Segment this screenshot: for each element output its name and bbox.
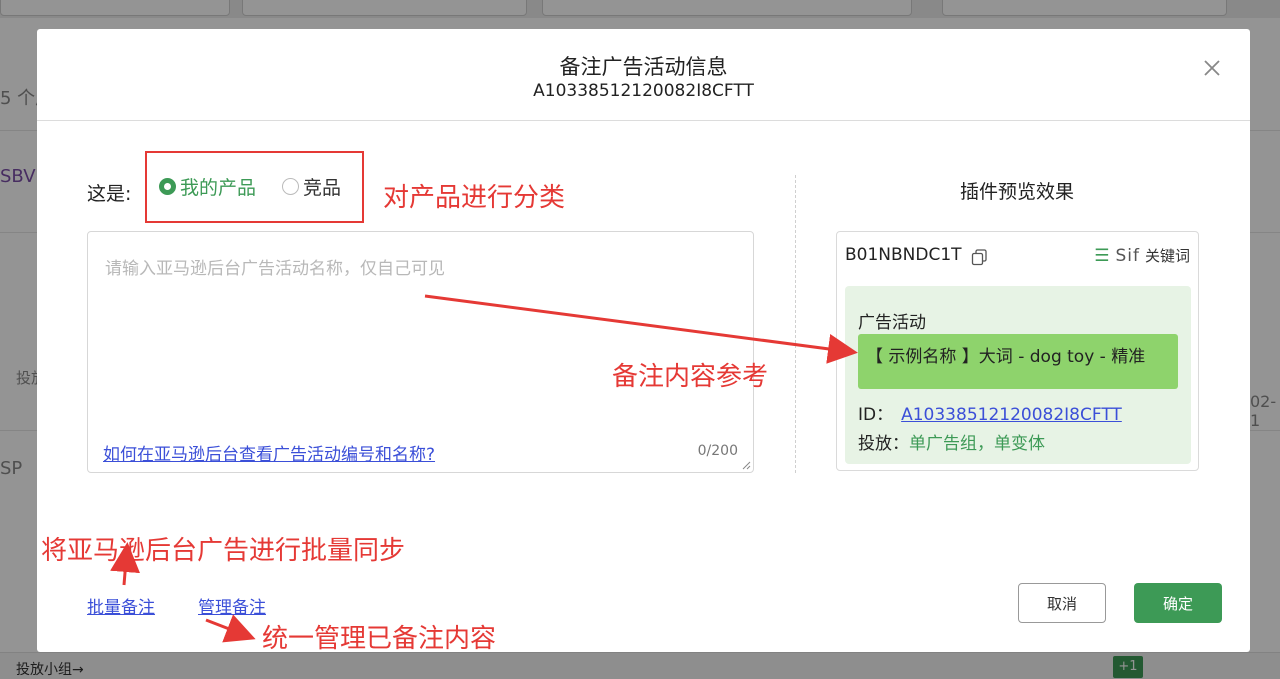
id-label: ID：	[858, 405, 894, 425]
radio-label: 我的产品	[180, 177, 257, 199]
char-counter: 0/200	[697, 443, 738, 459]
radio-competitor[interactable]: 竞品	[282, 173, 341, 200]
product-type-radio-group: 我的产品 竞品	[145, 151, 364, 223]
resize-handle-icon[interactable]	[742, 461, 751, 470]
close-icon[interactable]	[1201, 57, 1223, 79]
radio-label: 竞品	[303, 177, 342, 199]
cancel-button[interactable]: 取消	[1018, 583, 1106, 623]
radio-selected-icon	[159, 178, 176, 195]
remark-textarea[interactable]: 请输入亚马逊后台广告活动名称，仅自己可见 如何在亚马逊后台查看广告活动编号和名称…	[87, 231, 754, 473]
confirm-button[interactable]: 确定	[1134, 583, 1222, 623]
menu-icon: ☰	[1094, 245, 1110, 266]
section-divider	[795, 175, 796, 473]
preview-card: B01NBNDC1T ☰ Sif 关键词 广告活动 【 示例名称 】大词 - d…	[836, 231, 1199, 471]
annotation-classify: 对产品进行分类	[383, 183, 566, 213]
campaign-label: 广告活动	[858, 313, 926, 333]
help-link[interactable]: 如何在亚马逊后台查看广告活动编号和名称?	[103, 440, 435, 465]
annotation-reference: 备注内容参考	[612, 362, 769, 392]
sif-keyword-badge: ☰ Sif 关键词	[1094, 245, 1190, 266]
placement-label: 投放：	[858, 434, 909, 454]
dialog-divider	[37, 120, 1250, 121]
annotation-sync: 将亚马逊后台广告进行批量同步	[41, 536, 406, 566]
batch-remark-link[interactable]: 批量备注	[87, 593, 155, 618]
radio-unselected-icon	[282, 178, 299, 195]
sif-brand: Sif	[1115, 245, 1140, 266]
campaign-name: 【 示例名称 】大词 - dog toy - 精准	[866, 347, 1146, 367]
sif-label: 关键词	[1144, 247, 1190, 265]
radio-my-product[interactable]: 我的产品	[159, 173, 256, 200]
campaign-id-link[interactable]: A10338512120082I8CFTT	[901, 405, 1122, 425]
copy-icon[interactable]	[971, 249, 988, 266]
campaign-preview-panel: 广告活动 【 示例名称 】大词 - dog toy - 精准 ID： A10338…	[845, 286, 1191, 464]
manage-remark-link[interactable]: 管理备注	[198, 593, 266, 618]
campaign-id-row: ID： A10338512120082I8CFTT	[858, 400, 1122, 425]
placement-value: 单广告组，单变体	[909, 434, 1045, 454]
campaign-name-chip: 【 示例名称 】大词 - dog toy - 精准	[858, 334, 1178, 389]
dialog-campaign-id: A10338512120082I8CFTT	[533, 81, 754, 101]
product-type-label: 这是:	[87, 183, 132, 205]
preview-title: 插件预览效果	[959, 181, 1074, 203]
dialog-title: 备注广告活动信息	[559, 55, 728, 79]
asin-text: B01NBNDC1T	[845, 245, 962, 265]
placement-row: 投放：单广告组，单变体	[858, 429, 1045, 454]
annotation-manage: 统一管理已备注内容	[262, 624, 497, 654]
textarea-placeholder: 请输入亚马逊后台广告活动名称，仅自己可见	[105, 259, 445, 279]
